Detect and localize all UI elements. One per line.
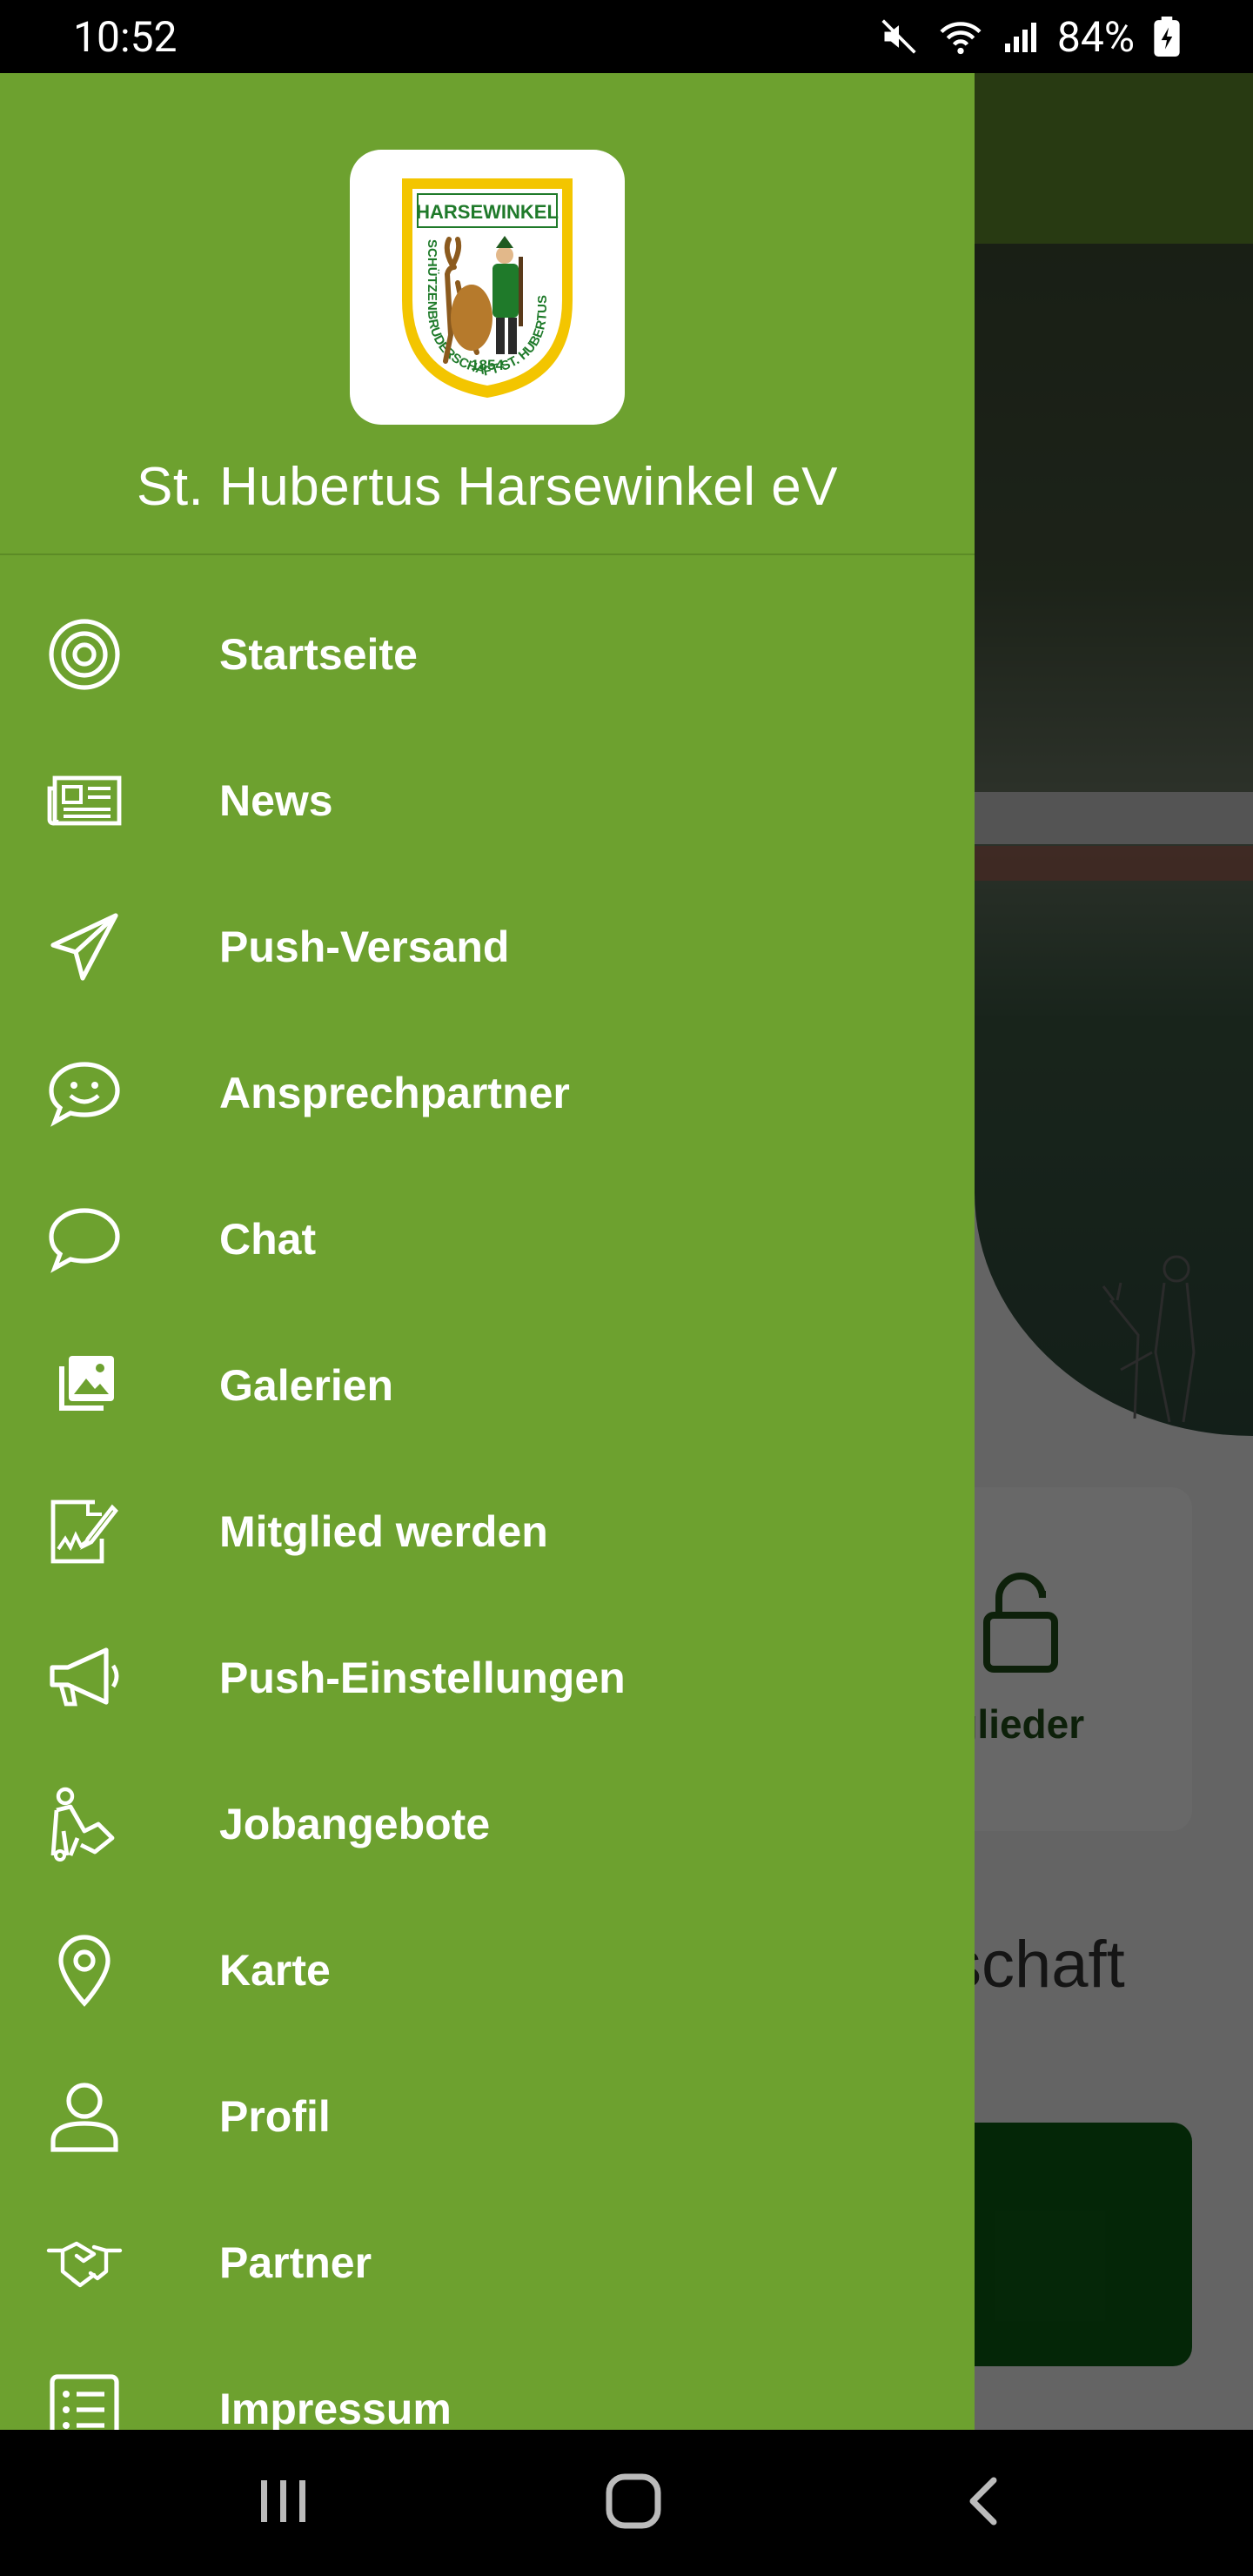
back-button[interactable]	[896, 2430, 1070, 2576]
navigation-drawer: HARSEWINKEL SCHÜTZENBRUDERSCHAFT ST. HUB…	[0, 73, 975, 2430]
target-icon	[45, 616, 124, 693]
status-time: 10:52	[73, 11, 178, 62]
home-icon	[605, 2472, 662, 2534]
menu-item-startseite[interactable]: Startseite	[0, 581, 975, 728]
menu-item-galerien[interactable]: Galerien	[0, 1312, 975, 1459]
drawer-menu: Startseite News Push-Versand Ansprechpar…	[0, 581, 975, 2430]
recent-apps-button[interactable]	[197, 2430, 371, 2576]
battery-icon	[1154, 17, 1180, 57]
menu-label: Jobangebote	[219, 1800, 491, 1848]
system-nav-bar	[0, 2430, 1253, 2576]
menu-label: Galerien	[219, 1361, 394, 1410]
smiley-chat-icon	[45, 1055, 124, 1131]
menu-label: Ansprechpartner	[219, 1069, 570, 1117]
menu-item-impressum[interactable]: Impressum	[0, 2336, 975, 2430]
user-icon	[45, 2078, 124, 2155]
home-button[interactable]	[546, 2430, 720, 2576]
menu-item-karte[interactable]: Karte	[0, 1897, 975, 2043]
wifi-icon	[937, 17, 984, 56]
back-icon	[966, 2475, 1001, 2532]
recent-apps-icon	[258, 2477, 310, 2530]
menu-label: Profil	[219, 2092, 331, 2141]
club-logo: HARSEWINKEL SCHÜTZENBRUDERSCHAFT ST. HUB…	[350, 150, 625, 425]
menu-label: Startseite	[219, 630, 418, 679]
menu-item-profil[interactable]: Profil	[0, 2043, 975, 2190]
gallery-icon	[45, 1347, 124, 1424]
drawer-header: HARSEWINKEL SCHÜTZENBRUDERSCHAFT ST. HUB…	[0, 73, 975, 555]
menu-label: Mitglied werden	[219, 1507, 548, 1556]
battery-percentage: 84%	[1056, 11, 1135, 62]
chat-bubble-icon	[45, 1201, 124, 1278]
menu-label: Partner	[219, 2238, 372, 2287]
logo-top-text: HARSEWINKEL	[416, 201, 559, 223]
worker-icon	[45, 1786, 124, 1862]
status-icons: 84%	[880, 12, 1180, 62]
menu-item-jobangebote[interactable]: Jobangebote	[0, 1751, 975, 1897]
menu-label: Impressum	[219, 2385, 452, 2430]
menu-label: Chat	[219, 1215, 317, 1264]
menu-label: Push-Versand	[219, 922, 510, 971]
menu-item-ansprechpartner[interactable]: Ansprechpartner	[0, 1020, 975, 1166]
menu-item-mitglied-werden[interactable]: Mitglied werden	[0, 1459, 975, 1605]
menu-label: News	[219, 776, 333, 825]
menu-label: Push-Einstellungen	[219, 1654, 626, 1702]
club-name: St. Hubertus Harsewinkel eV	[136, 457, 839, 517]
paper-plane-icon	[45, 909, 124, 985]
menu-item-chat[interactable]: Chat	[0, 1166, 975, 1312]
signature-form-icon	[45, 1493, 124, 1570]
menu-item-partner[interactable]: Partner	[0, 2190, 975, 2336]
status-bar: 10:52 84%	[0, 0, 1253, 73]
logo-year: 1854	[471, 357, 504, 373]
menu-item-news[interactable]: News	[0, 728, 975, 874]
handshake-icon	[45, 2224, 124, 2301]
menu-label: Karte	[219, 1946, 331, 1995]
mute-icon	[880, 17, 918, 56]
menu-item-push-einstellungen[interactable]: Push-Einstellungen	[0, 1605, 975, 1751]
newspaper-icon	[45, 762, 124, 839]
map-pin-icon	[45, 1932, 124, 2009]
menu-item-push-versand[interactable]: Push-Versand	[0, 874, 975, 1020]
signal-icon	[1003, 19, 1038, 54]
list-icon	[45, 2371, 124, 2430]
megaphone-icon	[45, 1640, 124, 1716]
